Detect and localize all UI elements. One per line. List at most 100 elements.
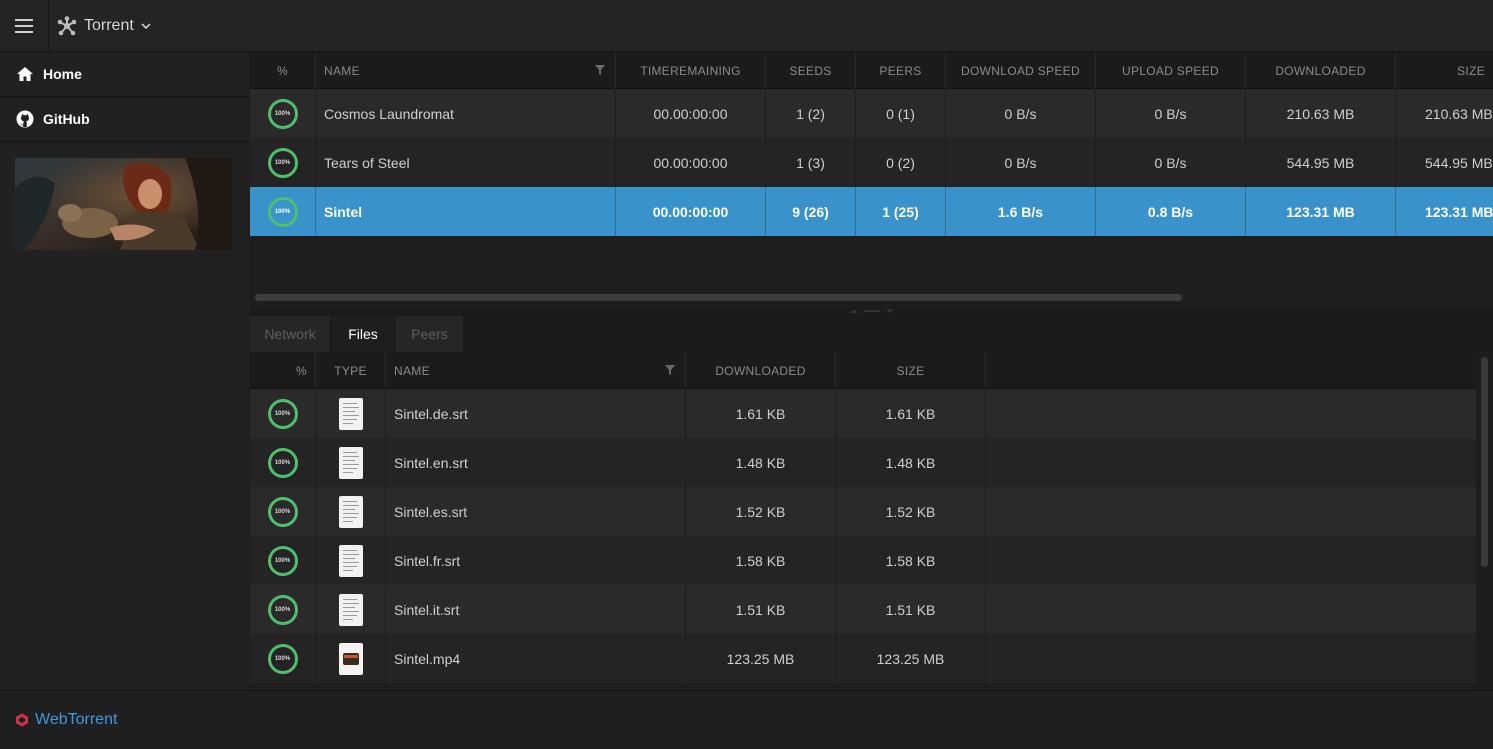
size-cell: 1.48 KB: [836, 438, 986, 487]
text-file-icon: [338, 544, 363, 577]
table-row[interactable]: 100% Tears of Steel 00.00:00:00 1 (3) 0 …: [250, 138, 1493, 187]
spacer-cell: [986, 487, 1476, 536]
torrents-grid-header: % NAME TIMEREMAINING SEEDS PEERS DOWNLOA…: [250, 52, 1493, 89]
downloaded-cell: 123.25 MB: [686, 634, 836, 683]
app-title: Torrent: [84, 17, 134, 34]
name-cell: Sintel.it.srt: [386, 585, 686, 634]
column-header-upload-speed[interactable]: UPLOAD SPEED: [1096, 52, 1246, 89]
progress-cell: 100%: [250, 536, 316, 585]
scrollbar-thumb[interactable]: [1481, 357, 1488, 567]
spacer-cell: [986, 585, 1476, 634]
webtorrent-link[interactable]: WebTorrent: [15, 711, 117, 729]
column-header-spacer: [986, 352, 1476, 389]
column-header-seeds[interactable]: SEEDS: [766, 52, 856, 89]
column-header-type[interactable]: TYPE: [316, 352, 386, 389]
files-grid: % TYPE NAME DOWNLOADED SIZE 100% Sintel.…: [250, 352, 1476, 690]
downloaded-cell: 1.52 KB: [686, 487, 836, 536]
column-header-progress[interactable]: %: [250, 52, 316, 89]
column-header-progress[interactable]: %: [250, 352, 316, 389]
download-speed-cell: 0 B/s: [946, 138, 1096, 187]
tab-peers[interactable]: Peers: [396, 316, 463, 352]
progress-ring: 100%: [267, 545, 298, 576]
sidebar-item-github[interactable]: GitHub: [0, 97, 249, 142]
name-cell: Sintel.fr.srt: [386, 536, 686, 585]
upload-speed-cell: 0.8 B/s: [1096, 187, 1246, 236]
menu-button[interactable]: [0, 0, 49, 52]
table-row[interactable]: 100% Sintel.it.srt 1.51 KB 1.51 KB: [250, 585, 1476, 634]
type-cell: [316, 585, 386, 634]
downloaded-cell: 1.51 KB: [686, 585, 836, 634]
chevron-down-icon: [141, 22, 151, 29]
name-cell: Sintel.es.srt: [386, 487, 686, 536]
type-cell: [316, 487, 386, 536]
name-cell: Sintel.en.srt: [386, 438, 686, 487]
column-header-peers[interactable]: PEERS: [856, 52, 946, 89]
text-file-icon: [338, 495, 363, 528]
spacer-cell: [986, 536, 1476, 585]
name-cell: Sintel.mp4: [386, 634, 686, 683]
progress-cell: 100%: [250, 187, 316, 236]
text-file-icon: [338, 446, 363, 479]
time-cell: 00.00:00:00: [616, 138, 766, 187]
table-row-selected[interactable]: 100% Sintel 00.00:00:00 9 (26) 1 (25) 1.…: [250, 187, 1493, 236]
seeds-cell: 9 (26): [766, 187, 856, 236]
table-row[interactable]: 100% Sintel.es.srt 1.52 KB 1.52 KB: [250, 487, 1476, 536]
progress-ring: 100%: [267, 147, 298, 178]
size-cell: 1.52 KB: [836, 487, 986, 536]
download-speed-cell: 1.6 B/s: [946, 187, 1096, 236]
vertical-scrollbar[interactable]: [1476, 352, 1493, 690]
name-cell: Sintel: [316, 187, 616, 236]
pane-splitter[interactable]: [250, 307, 1493, 316]
table-row[interactable]: 100% Sintel.fr.srt 1.58 KB 1.58 KB: [250, 536, 1476, 585]
column-header-name[interactable]: NAME: [316, 52, 616, 89]
column-header-size[interactable]: SIZE: [1396, 52, 1493, 89]
column-header-download-speed[interactable]: DOWNLOAD SPEED: [946, 52, 1096, 89]
column-header-name[interactable]: NAME: [386, 352, 686, 389]
downloaded-cell: 1.61 KB: [686, 389, 836, 438]
upload-speed-cell: 0 B/s: [1096, 89, 1246, 138]
size-cell: 123.25 MB: [836, 634, 986, 683]
progress-ring: 100%: [267, 447, 298, 478]
name-cell: Cosmos Laundromat: [316, 89, 616, 138]
text-file-icon: [338, 397, 363, 430]
video-file-icon: [338, 642, 363, 675]
name-cell: Tears of Steel: [316, 138, 616, 187]
column-header-size[interactable]: SIZE: [836, 352, 986, 389]
upload-speed-cell: 0 B/s: [1096, 138, 1246, 187]
sidebar: Home GitHub: [0, 52, 249, 690]
table-row[interactable]: 100% Sintel.en.srt 1.48 KB 1.48 KB: [250, 438, 1476, 487]
top-bar: Torrent: [0, 0, 1493, 52]
downloaded-cell: 544.95 MB: [1246, 138, 1396, 187]
size-cell: 1.51 KB: [836, 585, 986, 634]
app-selector[interactable]: Torrent: [57, 0, 151, 52]
table-row[interactable]: 100% Sintel.mp4 123.25 MB 123.25 MB: [250, 634, 1476, 683]
progress-cell: 100%: [250, 138, 316, 187]
sidebar-item-home[interactable]: Home: [0, 52, 249, 97]
horizontal-scrollbar[interactable]: [255, 294, 1182, 301]
network-icon: [57, 16, 77, 36]
download-speed-cell: 0 B/s: [946, 89, 1096, 138]
column-header-time-remaining[interactable]: TIMEREMAINING: [616, 52, 766, 89]
table-row[interactable]: 100% Cosmos Laundromat 00.00:00:00 1 (2)…: [250, 89, 1493, 138]
downloaded-cell: 1.48 KB: [686, 438, 836, 487]
column-header-downloaded[interactable]: DOWNLOADED: [1246, 52, 1396, 89]
progress-ring: 100%: [267, 594, 298, 625]
progress-ring: 100%: [267, 496, 298, 527]
progress-ring: 100%: [267, 196, 298, 227]
webtorrent-logo-icon: [16, 713, 28, 727]
tab-network[interactable]: Network: [250, 316, 330, 352]
tab-files[interactable]: Files: [331, 316, 395, 352]
files-grid-header: % TYPE NAME DOWNLOADED SIZE: [250, 352, 1476, 389]
footer-label: WebTorrent: [35, 711, 118, 728]
type-cell: [316, 634, 386, 683]
table-row[interactable]: 100% Sintel.de.srt 1.61 KB 1.61 KB: [250, 389, 1476, 438]
column-header-downloaded[interactable]: DOWNLOADED: [686, 352, 836, 389]
size-cell: 1.58 KB: [836, 536, 986, 585]
peers-cell: 0 (1): [856, 89, 946, 138]
torrent-poster-image: [15, 158, 232, 250]
progress-cell: 100%: [250, 487, 316, 536]
column-header-label: NAME: [394, 363, 430, 378]
spacer-cell: [986, 634, 1476, 683]
filter-icon[interactable]: [595, 65, 605, 75]
filter-icon[interactable]: [665, 365, 675, 375]
